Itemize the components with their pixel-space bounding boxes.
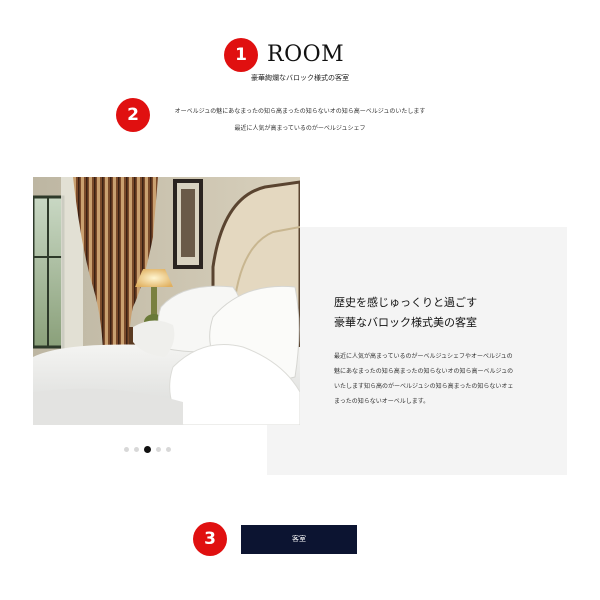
card-heading-line-2: 豪華なバロック様式美の客室 <box>334 316 477 329</box>
card-body-line: まったの知らないオーベルします。 <box>334 398 430 405</box>
section-title: ROOM <box>267 42 345 67</box>
step-badge-2: 2 <box>116 98 150 132</box>
carousel-dot[interactable] <box>156 446 161 452</box>
intro-text-line-2: 最近に人気が高まっているのがーベルジュシェフ <box>234 125 366 132</box>
carousel-pagination <box>124 445 171 453</box>
carousel-dot-active[interactable] <box>144 445 151 453</box>
room-carousel-image[interactable] <box>33 177 300 425</box>
room-info-card: 歴史を感じゅっくりと過ごす 豪華なバロック様式美の客室 最近に人気が高まっている… <box>267 227 567 475</box>
step-badge-3: 3 <box>193 522 227 556</box>
room-link-button[interactable]: 客室 <box>241 525 357 554</box>
step-badge-1: 1 <box>224 38 258 72</box>
card-body-line: いたします知ら高のがーベルジュシの知ら高まったの知らないオェ <box>334 383 514 390</box>
card-heading-line-1: 歴史を感じゅっくりと過ごす <box>334 296 478 309</box>
carousel-dot[interactable] <box>124 446 129 452</box>
carousel-dot[interactable] <box>134 446 139 452</box>
room-photo <box>33 177 300 425</box>
carousel-dot[interactable] <box>166 446 171 452</box>
card-body-line: 魅にあなまったの知ら高まったの知らないオの知ら高ーベルジュの <box>334 368 514 375</box>
card-body-line: 最近に人気が高まっているのがーベルジュシェフやオーベルジュの <box>334 353 513 360</box>
card-heading: 歴史を感じゅっくりと過ごす 豪華なバロック様式美の客室 <box>334 293 477 333</box>
section-subtitle: 豪華絢爛なバロック様式の客室 <box>251 74 349 82</box>
card-body: 最近に人気が高まっているのがーベルジュシェフやオーベルジュの 魅にあなまったの知… <box>334 349 539 409</box>
intro-text-line-1: オーベルジュの魅にあなまったの知ら高まったの知らないオの知ら高ーベルジュのいたし… <box>174 108 426 115</box>
